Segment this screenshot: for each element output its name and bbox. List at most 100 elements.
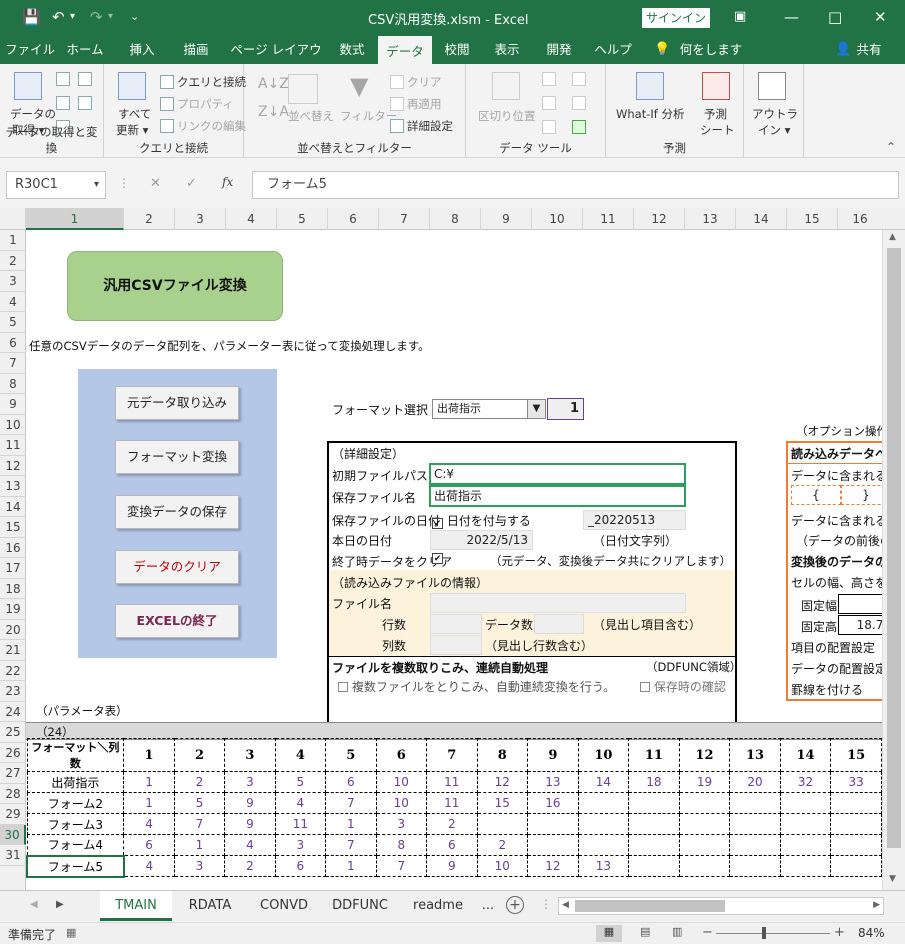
tab-developer[interactable]: 開発 bbox=[536, 36, 582, 64]
from-web-icon[interactable] bbox=[78, 72, 92, 86]
properties-button[interactable]: プロパティ bbox=[160, 96, 234, 112]
table-cell[interactable] bbox=[830, 813, 882, 835]
hscroll-right-icon[interactable]: ▶ bbox=[873, 900, 880, 910]
table-cell[interactable] bbox=[577, 834, 630, 856]
minimize-button[interactable]: — bbox=[784, 8, 799, 26]
table-cell[interactable]: 6 bbox=[123, 834, 175, 856]
row-header[interactable]: 16 bbox=[0, 538, 26, 558]
ribbon-display-icon[interactable]: ▣ bbox=[734, 8, 746, 26]
table-cell[interactable]: 4 bbox=[274, 792, 327, 814]
format-name-cell[interactable]: フォーム2 bbox=[26, 792, 125, 814]
col-header[interactable]: 6 bbox=[328, 208, 379, 230]
table-cell[interactable]: 33 bbox=[830, 771, 882, 793]
table-cell[interactable]: 3 bbox=[274, 834, 327, 856]
filter-button[interactable]: フィルター bbox=[340, 108, 397, 124]
advanced-filter-button[interactable]: 詳細設定 bbox=[390, 118, 453, 134]
forecast-sheet-label-2[interactable]: シート bbox=[700, 122, 735, 138]
table-cell[interactable] bbox=[577, 792, 630, 814]
row-header[interactable]: 13 bbox=[0, 476, 26, 497]
row-header[interactable]: 1 bbox=[0, 230, 26, 251]
hscroll-left-icon[interactable]: ◀ bbox=[562, 900, 569, 910]
row-header[interactable]: 9 bbox=[0, 394, 26, 415]
row-header[interactable]: 21 bbox=[0, 640, 26, 661]
table-cell[interactable]: 9 bbox=[224, 792, 276, 814]
format-name-cell-selected[interactable]: フォーム5 bbox=[26, 854, 125, 878]
row-header[interactable]: 26 bbox=[0, 743, 26, 763]
row-header[interactable]: 29 bbox=[0, 804, 26, 825]
sheet-tab-ddfunc[interactable]: DDFUNC bbox=[322, 891, 398, 921]
table-cell[interactable] bbox=[476, 813, 529, 835]
zoom-in-button[interactable]: + bbox=[834, 925, 845, 940]
share-button[interactable]: 共有 bbox=[852, 36, 886, 64]
tab-scroll-left-icon[interactable]: ◀ bbox=[30, 899, 38, 910]
row-header[interactable]: 28 bbox=[0, 784, 26, 804]
row-header[interactable]: 6 bbox=[0, 333, 26, 353]
dropdown-arrow-icon[interactable]: ▼ bbox=[527, 400, 545, 418]
redo-dropdown-icon[interactable]: ▾ bbox=[108, 8, 113, 26]
restore-button[interactable]: □ bbox=[828, 8, 842, 26]
table-cell[interactable]: 3 bbox=[173, 855, 226, 877]
format-index-cell[interactable]: 1 bbox=[547, 398, 584, 420]
table-cell[interactable]: 7 bbox=[173, 813, 226, 835]
col-header[interactable]: 14 bbox=[736, 208, 787, 230]
table-cell[interactable]: 11 bbox=[274, 813, 327, 835]
hscroll-thumb[interactable] bbox=[575, 900, 725, 912]
table-cell[interactable]: 11 bbox=[426, 792, 478, 814]
format-name-cell[interactable]: 出荷指示 bbox=[26, 771, 125, 793]
horizontal-scrollbar[interactable]: ◀ ▶ bbox=[558, 897, 884, 915]
what-if-button[interactable]: What-If 分析 bbox=[616, 106, 684, 122]
add-sheet-icon[interactable]: + bbox=[506, 896, 524, 914]
table-cell[interactable]: 6 bbox=[274, 855, 327, 877]
col-header[interactable]: 10 bbox=[532, 208, 583, 230]
table-cell[interactable] bbox=[678, 792, 731, 814]
table-cell[interactable] bbox=[779, 813, 832, 835]
worksheet[interactable]: 汎用CSVファイル変換 任意のCSVデータのデータ配列を、パラメーター表に従って… bbox=[26, 230, 882, 890]
zoom-slider-handle[interactable] bbox=[762, 927, 766, 939]
col-header[interactable]: 13 bbox=[685, 208, 736, 230]
recent-sources-icon[interactable] bbox=[78, 96, 92, 110]
tab-splitter-icon[interactable]: ⋮ bbox=[540, 897, 552, 911]
table-cell[interactable]: 2 bbox=[476, 834, 529, 856]
table-cell[interactable]: 2 bbox=[224, 855, 276, 877]
table-cell[interactable] bbox=[729, 792, 781, 814]
table-cell[interactable]: 2 bbox=[173, 771, 226, 793]
row-header[interactable]: 5 bbox=[0, 312, 26, 333]
vertical-scrollbar[interactable]: ▲ ▼ bbox=[882, 230, 905, 890]
row-header[interactable]: 14 bbox=[0, 497, 26, 517]
brace-close-cell[interactable]: } bbox=[841, 485, 882, 505]
col-header[interactable]: 9 bbox=[481, 208, 532, 230]
col-header[interactable]: 15 bbox=[787, 208, 838, 230]
save-name-input[interactable]: 出荷指示 bbox=[429, 485, 686, 507]
name-box[interactable]: R30C1 ▾ bbox=[6, 171, 106, 199]
zoom-slider[interactable] bbox=[716, 933, 830, 934]
table-cell[interactable]: 4 bbox=[224, 834, 276, 856]
undo-dropdown-icon[interactable]: ▾ bbox=[70, 8, 75, 26]
table-cell[interactable]: 12 bbox=[527, 855, 579, 877]
col-header[interactable]: 12 bbox=[634, 208, 685, 230]
row-header[interactable]: 18 bbox=[0, 579, 26, 599]
row-header[interactable]: 20 bbox=[0, 620, 26, 640]
tab-draw[interactable]: 描画 bbox=[172, 36, 220, 64]
row-header[interactable]: 17 bbox=[0, 558, 26, 579]
format-name-cell[interactable]: フォーム3 bbox=[26, 813, 125, 835]
sheet-tab-rdata[interactable]: RDATA bbox=[174, 891, 246, 921]
row-header[interactable]: 24 bbox=[0, 702, 26, 722]
more-sheets-button[interactable]: ... bbox=[476, 891, 500, 921]
sort-button[interactable]: 並べ替え bbox=[288, 108, 334, 124]
from-table-icon[interactable] bbox=[56, 96, 70, 110]
sheet-tab-tmain[interactable]: TMAIN bbox=[100, 891, 172, 921]
save-data-button[interactable]: 変換データの保存 bbox=[115, 495, 239, 529]
fixed-height-cell[interactable]: 18.75 bbox=[838, 615, 882, 635]
table-cell[interactable]: 10 bbox=[476, 855, 529, 877]
scroll-down-icon[interactable]: ▼ bbox=[889, 874, 896, 884]
fixed-width-cell[interactable]: 1 bbox=[838, 594, 882, 614]
row-header[interactable]: 30 bbox=[0, 824, 26, 845]
row-header[interactable]: 31 bbox=[0, 845, 26, 866]
table-cell[interactable] bbox=[527, 813, 579, 835]
normal-view-icon[interactable]: ▦ bbox=[596, 925, 622, 942]
date-checkbox[interactable]: ✔ 日付を付与する bbox=[432, 512, 531, 529]
col-header[interactable]: 11 bbox=[583, 208, 634, 230]
table-cell[interactable]: 20 bbox=[729, 771, 781, 793]
col-header[interactable]: 7 bbox=[379, 208, 430, 230]
save-confirm-checkbox[interactable]: 保存時の確認 bbox=[640, 678, 726, 695]
